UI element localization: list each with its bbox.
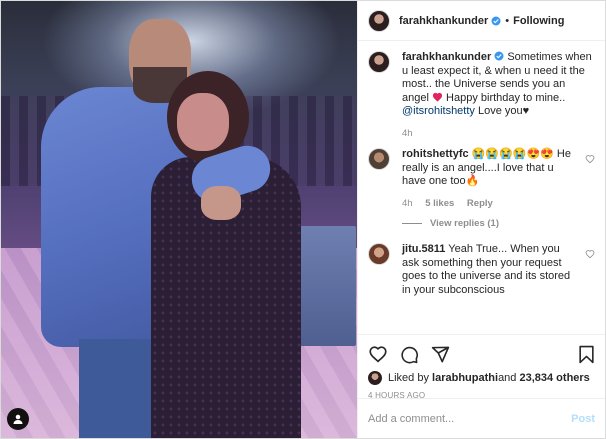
hand: [201, 186, 241, 220]
add-comment-bar: Post: [358, 398, 605, 438]
post-comment-button[interactable]: Post: [571, 413, 595, 425]
likes-count[interactable]: 23,834 others: [519, 372, 589, 384]
red-heart-emoji: [432, 92, 443, 102]
post-side-panel: farahkhankunder • Following farahkhankun…: [357, 1, 605, 438]
author-avatar[interactable]: [368, 9, 390, 32]
comment-row: jitu.5811 Yeah True... When you ask some…: [368, 243, 595, 297]
caption-text-2: Happy birthday to mine..: [442, 91, 566, 104]
caption-text-3: Love you: [474, 105, 523, 117]
stage-prop: [296, 226, 356, 346]
instagram-post-modal: farahkhankunder • Following farahkhankun…: [0, 0, 606, 439]
photo-woman: [151, 71, 301, 438]
comment-meta: 4h 5 likes Reply: [402, 197, 579, 211]
caption: farahkhankunder Sometimes when u least e…: [368, 51, 595, 140]
caption-body: farahkhankunder Sometimes when u least e…: [402, 51, 595, 140]
bookmark-icon[interactable]: [578, 345, 595, 364]
caption-avatar[interactable]: [368, 51, 390, 73]
liked-by-middle: and: [498, 372, 517, 384]
add-comment-input[interactable]: [368, 412, 572, 425]
comment-avatar[interactable]: [368, 243, 390, 265]
comment-like-heart-icon[interactable]: [585, 154, 595, 164]
comment-body: rohitshettyfc 😭😭😭😭😍😍 He really is an ang…: [402, 148, 579, 210]
reply-button[interactable]: Reply: [467, 198, 493, 209]
heart-icon[interactable]: [368, 345, 388, 363]
comment-age: 4h: [402, 197, 413, 209]
share-icon[interactable]: [431, 345, 450, 364]
comment-body: jitu.5811 Yeah True... When you ask some…: [402, 243, 579, 297]
caption-heart: ♥: [522, 105, 530, 117]
woman-face: [177, 93, 229, 151]
action-icons: [368, 343, 595, 365]
header-separator: •: [505, 14, 510, 27]
user-tag-icon[interactable]: [7, 408, 29, 430]
comment-username[interactable]: jitu.5811: [402, 243, 445, 255]
comment-row: rohitshettyfc 😭😭😭😭😍😍 He really is an ang…: [368, 148, 595, 210]
post-actions: Liked by larabhupathi and 23,834 others …: [358, 334, 605, 400]
verified-icon: [491, 16, 501, 25]
author-username[interactable]: farahkhankunder: [399, 15, 488, 27]
comment-likes[interactable]: 5 likes: [425, 198, 454, 209]
liked-by-prefix: Liked by: [388, 372, 429, 384]
comment-icon[interactable]: [400, 345, 419, 364]
post-header: farahkhankunder • Following: [358, 1, 605, 41]
view-replies-line: [402, 223, 422, 224]
caption-meta: 4h: [402, 127, 595, 141]
liked-by-user[interactable]: larabhupathi: [432, 372, 498, 384]
comments-list[interactable]: farahkhankunder Sometimes when u least e…: [358, 41, 605, 334]
verified-icon: [494, 51, 504, 61]
likes-summary: Liked by larabhupathi and 23,834 others: [368, 371, 595, 385]
following-button[interactable]: Following: [513, 15, 564, 27]
comment-like-heart-icon[interactable]: [585, 249, 595, 259]
view-replies-label: View replies (1): [430, 218, 499, 229]
comment-username[interactable]: rohitshettyfc: [402, 148, 469, 160]
caption-username[interactable]: farahkhankunder: [402, 51, 491, 63]
caption-age: 4h: [402, 127, 413, 139]
post-photo[interactable]: [1, 1, 357, 438]
liker-avatar[interactable]: [368, 371, 382, 385]
caption-mention[interactable]: @itsrohitshetty: [402, 105, 475, 117]
comment-emojis: 😭😭😭😭😍😍: [471, 148, 554, 160]
comment-avatar[interactable]: [368, 148, 390, 170]
view-replies-button[interactable]: View replies (1): [402, 218, 595, 229]
fire-emoji: 🔥: [465, 175, 480, 187]
